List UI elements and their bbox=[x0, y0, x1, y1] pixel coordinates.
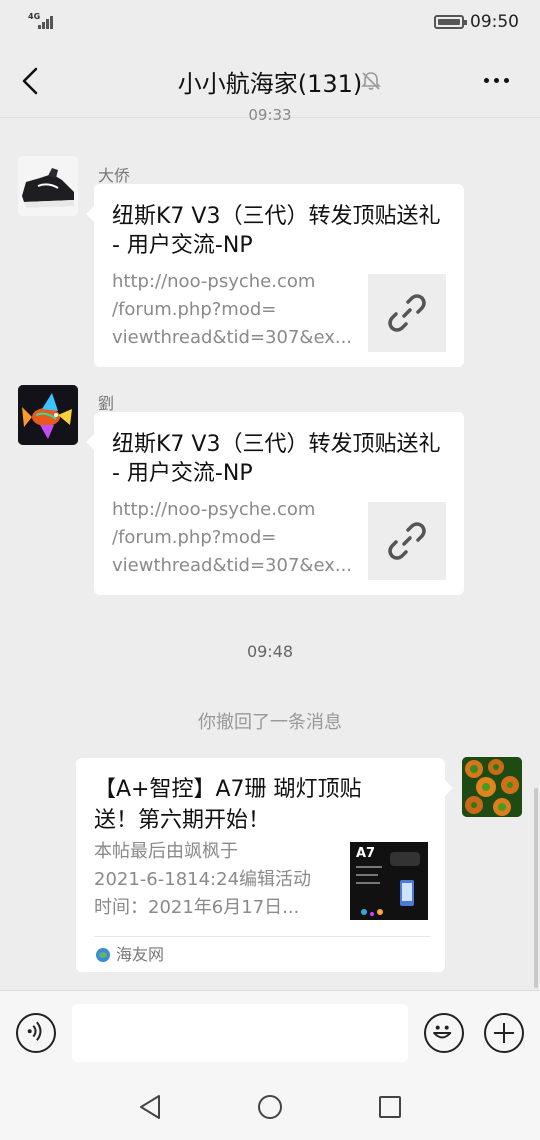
more-options-button[interactable] bbox=[482, 78, 512, 86]
card-desc-line: 时间：2021年6月17日... bbox=[94, 897, 300, 918]
voice-input-button[interactable] bbox=[16, 1013, 56, 1053]
shared-article-message[interactable]: 【A+智控】A7珊 瑚灯顶贴送！第六期开始！ 本帖最后由飒枫于 2021-6-1… bbox=[76, 758, 453, 972]
card-desc-line: 2021-6-1814:24编辑活动 bbox=[94, 869, 312, 890]
card-description: 本帖最后由飒枫于 2021-6-1814:24编辑活动 时间：2021年6月17… bbox=[94, 838, 334, 922]
source-name: 海友网 bbox=[116, 945, 165, 964]
source-logo-icon bbox=[96, 948, 110, 962]
scrollbar[interactable] bbox=[534, 788, 538, 988]
card-title: 【A+智控】A7珊 瑚灯顶贴送！第六期开始！ bbox=[94, 777, 362, 833]
signal-icon: 4G bbox=[28, 12, 58, 31]
nav-back-button[interactable] bbox=[138, 1094, 162, 1120]
avatar[interactable] bbox=[18, 156, 78, 216]
fish-avatar-image bbox=[18, 385, 78, 445]
status-time: 09:50 bbox=[470, 12, 519, 32]
link-card-message[interactable]: 纽斯K7 V3（三代）转发顶贴送礼 - 用户交流-NP http://noo-p… bbox=[86, 412, 464, 595]
recall-notice: 你撤回了一条消息 bbox=[198, 712, 342, 733]
status-bar: 4G 09:50 bbox=[0, 0, 540, 44]
input-bar bbox=[0, 990, 540, 1076]
sneaker-avatar-image bbox=[18, 156, 78, 216]
timestamp: 09:33 bbox=[248, 106, 292, 124]
voice-icon bbox=[27, 1021, 42, 1041]
article-thumbnail: A7 bbox=[350, 842, 428, 920]
link-icon bbox=[388, 294, 426, 332]
avatar[interactable] bbox=[18, 385, 78, 445]
card-desc-line: 本帖最后由飒枫于 bbox=[94, 841, 238, 862]
triangle-back-icon bbox=[140, 1095, 160, 1119]
timestamp: 09:48 bbox=[246, 642, 294, 661]
nav-home-button[interactable] bbox=[258, 1095, 282, 1119]
card-desc-line: /forum.php?mod= bbox=[112, 527, 277, 548]
emoji-button[interactable] bbox=[424, 1013, 464, 1053]
source-label: 海友网 bbox=[96, 944, 164, 966]
more-functions-button[interactable] bbox=[484, 1013, 524, 1053]
card-desc-line: viewthread&tid=307&ex... bbox=[112, 327, 353, 348]
card-desc-line: http://noo-psyche.com bbox=[112, 271, 316, 292]
divider bbox=[94, 936, 431, 937]
card-desc-line: http://noo-psyche.com bbox=[112, 499, 316, 520]
system-navigation-bar bbox=[0, 1076, 540, 1140]
card-title: 纽斯K7 V3（三代）转发顶贴送礼 - 用户交流-NP bbox=[112, 204, 441, 258]
battery-icon bbox=[434, 15, 467, 29]
card-desc-line: /forum.php?mod= bbox=[112, 299, 277, 320]
link-icon bbox=[388, 522, 426, 560]
message-input[interactable] bbox=[72, 1004, 408, 1062]
link-thumbnail bbox=[368, 274, 446, 352]
chat-title: 小小航海家(131) bbox=[177, 70, 363, 98]
card-description: http://noo-psyche.com /forum.php?mod= vi… bbox=[112, 496, 362, 580]
nav-recent-apps-button[interactable] bbox=[379, 1096, 401, 1118]
product-image bbox=[356, 852, 420, 916]
link-thumbnail bbox=[368, 502, 446, 580]
my-avatar[interactable] bbox=[462, 757, 522, 817]
card-desc-line: viewthread&tid=307&ex... bbox=[112, 555, 353, 576]
smiley-icon bbox=[433, 1025, 452, 1039]
link-card-message[interactable]: 纽斯K7 V3（三代）转发顶贴送礼 - 用户交流-NP http://noo-p… bbox=[86, 184, 464, 367]
card-title: 纽斯K7 V3（三代）转发顶贴送礼 - 用户交流-NP bbox=[112, 432, 441, 486]
sender-name: 劉 bbox=[98, 394, 115, 413]
sender-name: 大侨 bbox=[98, 166, 131, 185]
card-description: http://noo-psyche.com /forum.php?mod= vi… bbox=[112, 268, 362, 352]
mute-bell-icon bbox=[360, 70, 382, 92]
coral-avatar-image bbox=[462, 757, 522, 817]
